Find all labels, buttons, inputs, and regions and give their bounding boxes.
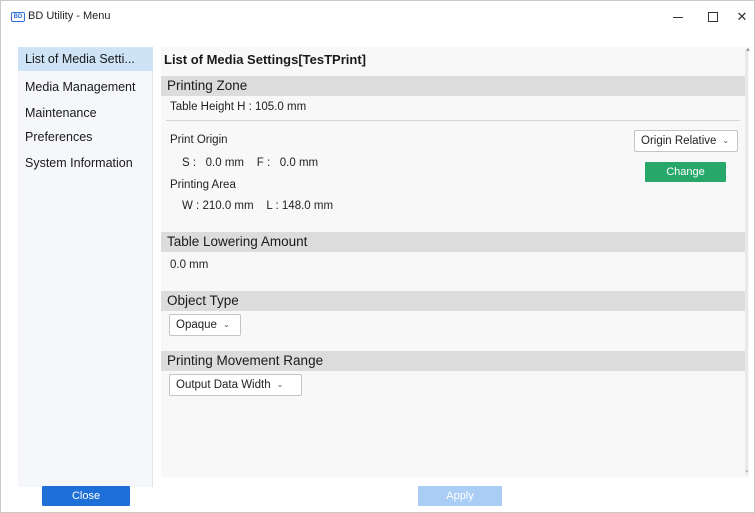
- sidebar-item-system-information[interactable]: System Information: [18, 151, 153, 175]
- printing-area-values: W : 210.0 mm L : 148.0 mm: [182, 200, 334, 212]
- movement-range-dropdown[interactable]: Output Data Width ⌄: [169, 374, 302, 396]
- table-lowering-header: Table Lowering Amount: [161, 232, 745, 252]
- sidebar-item-list-of-media-settings[interactable]: List of Media Setti...: [18, 47, 153, 71]
- object-type-dropdown[interactable]: Opaque ⌄: [169, 314, 241, 336]
- scroll-down-icon[interactable]: ⌄: [744, 466, 750, 474]
- maximize-icon: [708, 11, 718, 22]
- apply-button[interactable]: Apply: [418, 486, 502, 506]
- vertical-scrollbar[interactable]: [745, 49, 748, 475]
- chevron-down-icon: ⌄: [276, 380, 284, 389]
- table-lowering-value: 0.0 mm: [170, 259, 209, 271]
- chevron-down-icon: ⌄: [722, 136, 730, 145]
- window-title: BD Utility - Menu: [28, 10, 111, 22]
- sidebar: List of Media Setti... Media Management …: [18, 47, 153, 487]
- minimize-icon: [673, 17, 683, 18]
- bd-utility-window: BD BD Utility - Menu ✕ List of Media Set…: [0, 0, 755, 513]
- movement-range-value: Output Data Width: [176, 379, 271, 391]
- title-bar: BD BD Utility - Menu ✕: [1, 1, 754, 32]
- print-origin-values: S : 0.0 mm F : 0.0 mm: [182, 157, 319, 169]
- sidebar-item-maintenance[interactable]: Maintenance: [18, 101, 153, 125]
- section-divider: [166, 120, 740, 121]
- origin-mode-dropdown[interactable]: Origin Relative ⌄: [634, 130, 738, 152]
- change-button[interactable]: Change: [645, 162, 726, 182]
- printing-area-label: Printing Area: [170, 179, 236, 191]
- window-close-button[interactable]: ✕: [723, 1, 755, 32]
- close-icon: ✕: [736, 8, 748, 24]
- origin-mode-value: Origin Relative: [641, 135, 717, 147]
- printing-zone-header: Printing Zone: [161, 76, 745, 96]
- object-type-header: Object Type: [161, 291, 745, 311]
- sidebar-item-media-management[interactable]: Media Management: [18, 75, 153, 99]
- movement-range-header: Printing Movement Range: [161, 351, 745, 371]
- app-icon: BD: [11, 12, 25, 22]
- close-button[interactable]: Close: [42, 486, 130, 506]
- print-origin-label: Print Origin: [170, 134, 228, 146]
- sidebar-item-preferences[interactable]: Preferences: [18, 125, 153, 149]
- table-height-value: Table Height H : 105.0 mm: [170, 101, 307, 113]
- scroll-up-icon[interactable]: ▲: [745, 47, 751, 53]
- minimize-button[interactable]: [659, 1, 697, 32]
- object-type-value: Opaque: [176, 319, 217, 331]
- media-settings-panel: List of Media Settings[TesTPrint] Printi…: [161, 47, 751, 477]
- chevron-down-icon: ⌄: [222, 320, 230, 329]
- page-title: List of Media Settings[TesTPrint]: [164, 52, 366, 67]
